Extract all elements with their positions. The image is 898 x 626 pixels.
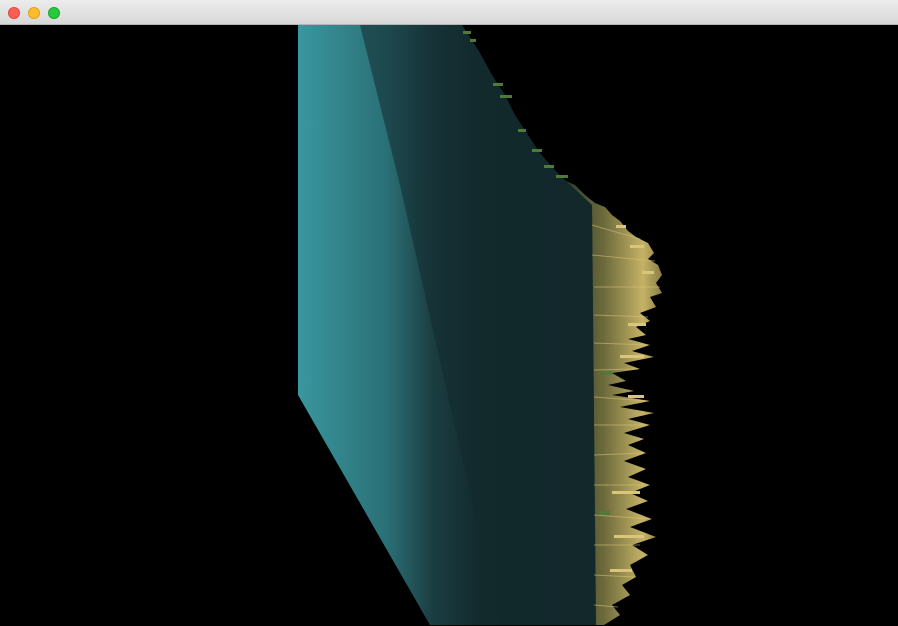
render-viewport[interactable] (0, 25, 898, 626)
minimize-icon[interactable] (28, 7, 40, 19)
zoom-icon[interactable] (48, 7, 60, 19)
terrain-render (298, 25, 662, 625)
close-icon[interactable] (8, 7, 20, 19)
app-window (0, 0, 898, 626)
title-bar[interactable] (0, 0, 898, 25)
